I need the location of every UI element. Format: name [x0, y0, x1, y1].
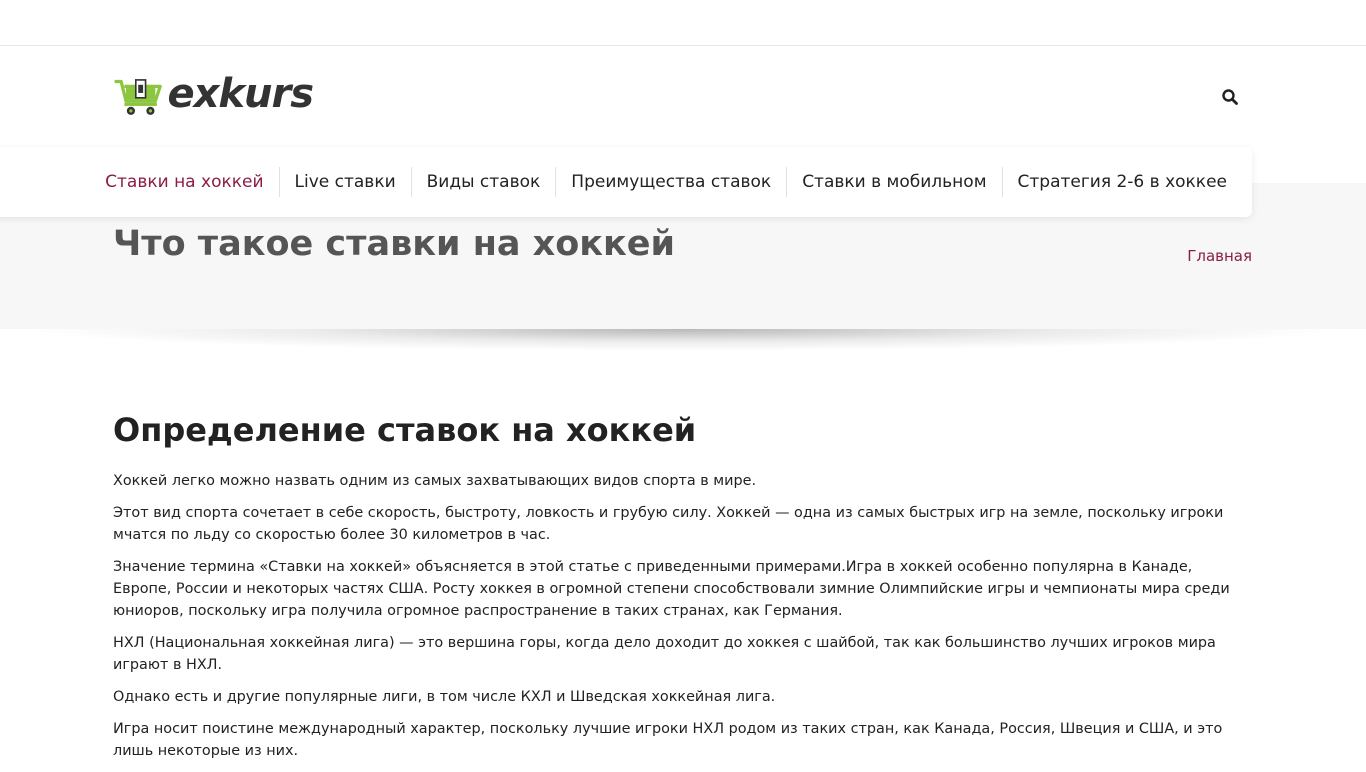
article-paragraph: Игра носит поистине международный характ…	[113, 721, 1223, 759]
nav-menu: Ставки на хоккей Live ставки Виды ставок…	[90, 147, 1242, 217]
article-paragraph: Этот вид спорта сочетает в себе скорость…	[113, 505, 1224, 543]
article-heading: Определение ставок на хоккей	[113, 411, 697, 449]
nav-item-hockey-bets[interactable]: Ставки на хоккей	[90, 167, 278, 197]
article-paragraph: НХЛ (Национальная хоккейная лига) — это …	[113, 635, 1216, 673]
cart-logo-icon	[114, 79, 162, 115]
hero-shadow	[20, 329, 1346, 351]
article-content: Определение ставок на хоккей Хоккей легк…	[113, 408, 1255, 772]
article-paragraph: Хоккей легко можно назвать одним из самы…	[113, 473, 757, 489]
page-title: Что такое ставки на хоккей	[113, 224, 676, 264]
article-paragraph: Однако есть и другие популярные лиги, в …	[113, 689, 776, 705]
nav-item-live-bets[interactable]: Live ставки	[278, 167, 411, 197]
article-paragraph: Значение термина «Ставки на хоккей» объя…	[113, 559, 1230, 619]
main-navigation: Ставки на хоккей Live ставки Виды ставок…	[0, 147, 1252, 217]
nav-item-mobile-bets[interactable]: Ставки в мобильном	[786, 167, 1001, 197]
site-logo[interactable]: exkurs	[113, 71, 314, 122]
nav-item-advantages[interactable]: Преимущества ставок	[555, 167, 786, 197]
site-header: exkurs	[0, 46, 1366, 146]
breadcrumb-home[interactable]: Главная	[1187, 247, 1252, 265]
logo-text: exkurs	[167, 71, 314, 117]
top-bar	[0, 0, 1366, 46]
nav-item-bet-types[interactable]: Виды ставок	[410, 167, 556, 197]
search-icon[interactable]	[1221, 88, 1239, 106]
nav-item-strategy[interactable]: Стратегия 2-6 в хоккее	[1001, 167, 1242, 197]
